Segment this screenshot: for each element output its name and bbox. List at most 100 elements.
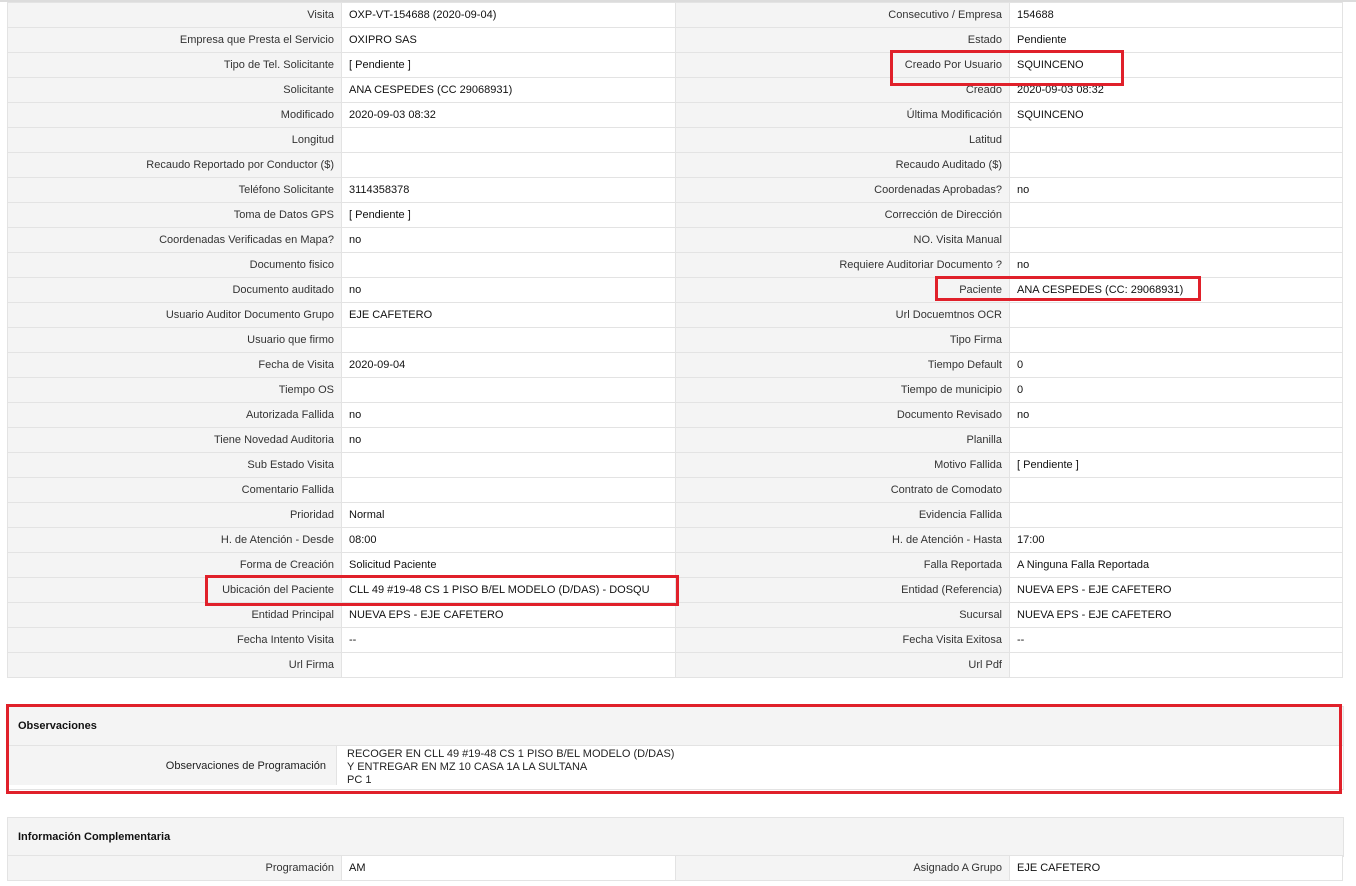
url-pdf-value [1009, 652, 1343, 678]
url-pdf-label: Url Pdf [675, 652, 1010, 678]
table-row: Empresa que Presta el Servicio OXIPRO SAS… [7, 27, 1343, 53]
table-row: Comentario Fallida Contrato de Comodato [7, 477, 1343, 503]
comentario-fallida-label: Comentario Fallida [7, 477, 342, 503]
latitud-label: Latitud [675, 127, 1010, 153]
contrato-de-comodato-value [1009, 477, 1343, 503]
autorizada-fallida-label: Autorizada Fallida [7, 402, 342, 428]
planilla-value [1009, 427, 1343, 453]
url-docuemtnos-ocr-value [1009, 302, 1343, 328]
prioridad-value: Normal [341, 502, 676, 528]
ubicacion-del-paciente-label: Ubicación del Paciente [7, 577, 342, 603]
documento-auditado-value: no [341, 277, 676, 303]
h-de-atencion-hasta-label: H. de Atención - Hasta [675, 527, 1010, 553]
table-row: Fecha de Visita 2020-09-04 Tiempo Default… [7, 352, 1343, 378]
coordenadas-verificadas-en-mapa-value: no [341, 227, 676, 253]
table-row: Modificado 2020-09-03 08:32 Última Modific… [7, 102, 1343, 128]
no-visita-manual-label: NO. Visita Manual [675, 227, 1010, 253]
correccion-de-direccion-value [1009, 202, 1343, 228]
table-row: Usuario que firmo Tipo Firma [7, 327, 1343, 353]
fecha-de-visita-label: Fecha de Visita [7, 352, 342, 378]
requiere-auditoriar-documento-label: Requiere Auditoriar Documento ? [675, 252, 1010, 278]
correccion-de-direccion-label: Corrección de Dirección [675, 202, 1010, 228]
solicitante-label: Solicitante [7, 77, 342, 103]
asignado-a-grupo-value: EJE CAFETERO [1009, 855, 1343, 881]
empresa-que-presta-el-servicio-label: Empresa que Presta el Servicio [7, 27, 342, 53]
toma-de-datos-gps-value: [ Pendiente ] [341, 202, 676, 228]
table-row: Toma de Datos GPS[ Pendiente ] Corrección… [7, 202, 1343, 228]
prioridad-label: Prioridad [7, 502, 342, 528]
tiempo-os-label: Tiempo OS [7, 377, 342, 403]
table-row: H. de Atención - Desde 08:00 H. de Atenció… [7, 527, 1343, 553]
coordenadas-aprobadas-label: Coordenadas Aprobadas? [675, 177, 1010, 203]
consecutivo-empresa-label: Consecutivo / Empresa [675, 2, 1010, 28]
creado-value: 2020-09-03 08:32 [1009, 77, 1343, 103]
documento-revisado-value: no [1009, 402, 1343, 428]
tipo-de-tel-solicitante-value: [ Pendiente ] [341, 52, 676, 78]
modificado-label: Modificado [7, 102, 342, 128]
telefono-solicitante-label: Teléfono Solicitante [7, 177, 342, 203]
table-row: Solicitante ANA CESPEDES (CC 29068931) Cre… [7, 77, 1343, 103]
complementaria-table: Programación AM Asignado A Grupo EJE CAFETE… [7, 855, 1343, 881]
planilla-label: Planilla [675, 427, 1010, 453]
programacion-value: AM [341, 855, 676, 881]
table-row: Fecha Intento Visita -- Fecha Visita Exit… [7, 627, 1343, 653]
tiempo-default-label: Tiempo Default [675, 352, 1010, 378]
ultima-modificacion-label: Última Modificación [675, 102, 1010, 128]
documento-fisico-value [341, 252, 676, 278]
table-row: Tiene Novedad Auditoria no Planilla [7, 427, 1343, 453]
tipo-de-tel-solicitante-label: Tipo de Tel. Solicitante [7, 52, 342, 78]
tiempo-de-municipio-label: Tiempo de municipio [675, 377, 1010, 403]
usuario-que-firmo-label: Usuario que firmo [7, 327, 342, 353]
fecha-visita-exitosa-label: Fecha Visita Exitosa [675, 627, 1010, 653]
table-row: Longitud Latitud [7, 127, 1343, 153]
observaciones-value: RECOGER EN CLL 49 #19-48 CS 1 PISO B/EL … [347, 748, 675, 786]
tiene-novedad-auditoria-value: no [341, 427, 676, 453]
table-row: Documento fisico Requiere Auditoriar Docu… [7, 252, 1343, 278]
contrato-de-comodato-label: Contrato de Comodato [675, 477, 1010, 503]
empresa-que-presta-el-servicio-value: OXIPRO SAS [341, 27, 676, 53]
table-row: Url Firma Url Pdf [7, 652, 1343, 678]
fecha-visita-exitosa-value: -- [1009, 627, 1343, 653]
autorizada-fallida-value: no [341, 402, 676, 428]
paciente-value: ANA CESPEDES (CC: 29068931) [1009, 277, 1343, 303]
consecutivo-empresa-value: 154688 [1009, 2, 1343, 28]
falla-reportada-label: Falla Reportada [675, 552, 1010, 578]
tiempo-de-municipio-value: 0 [1009, 377, 1343, 403]
recaudo-auditado-value [1009, 152, 1343, 178]
creado-por-usuario-value: SQUINCENO [1009, 52, 1343, 78]
coordenadas-aprobadas-value: no [1009, 177, 1343, 203]
paciente-label: Paciente [675, 277, 1010, 303]
h-de-atencion-desde-label: H. de Atención - Desde [7, 527, 342, 553]
tipo-firma-label: Tipo Firma [675, 327, 1010, 353]
tipo-firma-value [1009, 327, 1343, 353]
documento-auditado-label: Documento auditado [7, 277, 342, 303]
table-row: Documento auditado no Paciente ANA CESPEDE… [7, 277, 1343, 303]
table-row: Programación AM Asignado A Grupo EJE CAFETE… [7, 855, 1343, 881]
table-row: Entidad Principal NUEVA EPS - EJE CAFETER… [7, 602, 1343, 628]
recaudo-auditado-label: Recaudo Auditado ($) [675, 152, 1010, 178]
tiempo-default-value: 0 [1009, 352, 1343, 378]
visita-label: Visita [7, 2, 342, 28]
table-row: Visita OXP-VT-154688 (2020-09-04) Consecut… [7, 2, 1343, 28]
usuario-auditor-documento-grupo-value: EJE CAFETERO [341, 302, 676, 328]
forma-de-creacion-value: Solicitud Paciente [341, 552, 676, 578]
evidencia-fallida-value [1009, 502, 1343, 528]
entidad-referencia-label: Entidad (Referencia) [675, 577, 1010, 603]
documento-fisico-label: Documento fisico [7, 252, 342, 278]
table-row: Forma de Creación Solicitud Paciente Falla… [7, 552, 1343, 578]
longitud-value [341, 127, 676, 153]
url-firma-value [341, 652, 676, 678]
telefono-solicitante-value: 3114358378 [341, 177, 676, 203]
entidad-principal-value: NUEVA EPS - EJE CAFETERO [341, 602, 676, 628]
longitud-label: Longitud [7, 127, 342, 153]
motivo-fallida-value: [ Pendiente ] [1009, 452, 1343, 478]
table-row: Recaudo Reportado por Conductor ($) Recau… [7, 152, 1343, 178]
table-row: Sub Estado Visita Motivo Fallida[ Pendien… [7, 452, 1343, 478]
requiere-auditoriar-documento-value: no [1009, 252, 1343, 278]
visita-value: OXP-VT-154688 (2020-09-04) [341, 2, 676, 28]
table-row: Autorizada Fallida no Documento Revisado … [7, 402, 1343, 428]
tiene-novedad-auditoria-label: Tiene Novedad Auditoria [7, 427, 342, 453]
ubicacion-del-paciente-value: CLL 49 #19-48 CS 1 PISO B/EL MODELO (D/D… [341, 577, 676, 603]
modificado-value: 2020-09-03 08:32 [341, 102, 676, 128]
table-row: Coordenadas Verificadas en Mapa? no NO. V… [7, 227, 1343, 253]
